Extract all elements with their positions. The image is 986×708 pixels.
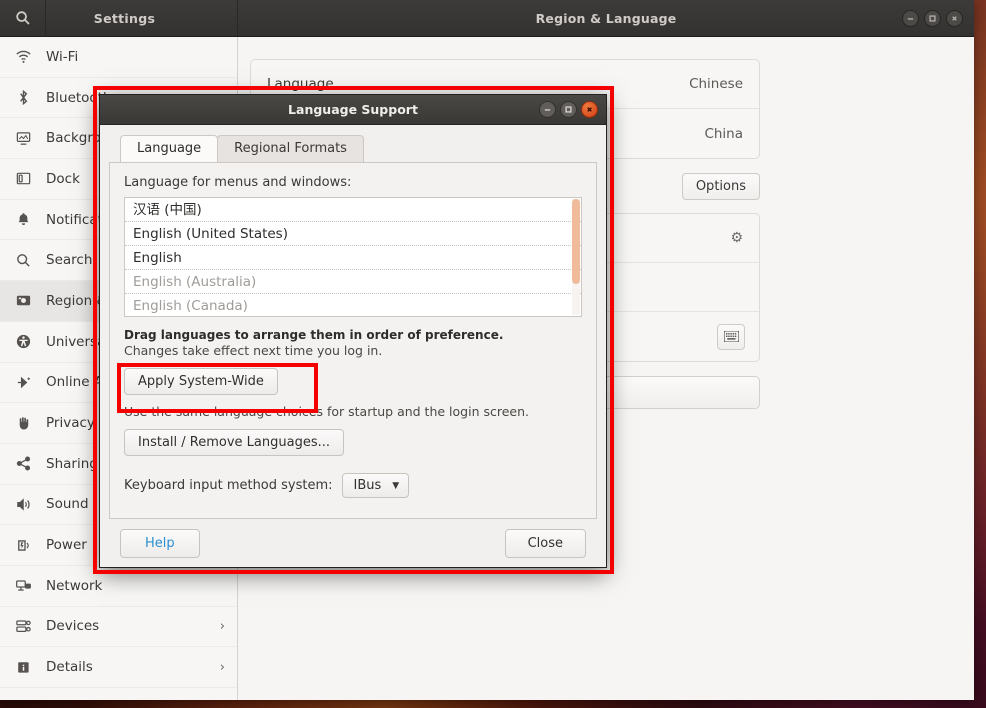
maximize-icon[interactable] (924, 9, 941, 27)
close-icon[interactable] (946, 9, 963, 27)
sharing-icon (14, 454, 33, 473)
chevron-down-icon: ▼ (392, 480, 400, 491)
language-support-dialog: Language Support Language Regional Forma… (99, 94, 607, 568)
dialog-tabs: Language Regional Formats (109, 135, 597, 162)
sidebar-item-label: Details (46, 659, 93, 676)
search-icon (14, 251, 33, 270)
privacy-hand-icon (14, 414, 33, 433)
wifi-icon (14, 47, 33, 66)
tab-regional-formats[interactable]: Regional Formats (217, 135, 364, 162)
list-item[interactable]: English (Canada) (125, 294, 581, 316)
dialog-footer: Help Close (109, 519, 597, 567)
minimize-icon[interactable] (902, 9, 919, 27)
keyboard-input-method-label: Keyboard input method system: (124, 478, 333, 493)
network-icon (14, 576, 33, 595)
list-item[interactable]: English (125, 246, 581, 270)
settings-titlebar: Settings Region & Language (0, 0, 974, 37)
minimize-icon[interactable] (539, 101, 556, 118)
list-item[interactable]: English (Australia) (125, 270, 581, 294)
apply-system-wide-button[interactable]: Apply System-Wide (124, 368, 278, 395)
sound-icon (14, 495, 33, 514)
region-icon (14, 291, 33, 310)
search-icon[interactable] (0, 0, 46, 37)
install-area: Install / Remove Languages... (124, 429, 582, 456)
gear-icon[interactable]: ⚙ (730, 230, 743, 246)
language-list[interactable]: 汉语 (中国) English (United States) English … (124, 197, 582, 317)
maximize-icon[interactable] (560, 101, 577, 118)
keyboard-input-method-row: Keyboard input method system: IBus ▼ (124, 473, 582, 498)
language-list-label: Language for menus and windows: (124, 175, 352, 190)
settings-title: Settings (93, 10, 156, 26)
install-remove-languages-button[interactable]: Install / Remove Languages... (124, 429, 344, 456)
dialog-titlebar: Language Support (100, 95, 606, 125)
page-title: Region & Language (535, 10, 677, 26)
dialog-window-controls (539, 101, 606, 118)
close-button[interactable]: Close (504, 528, 586, 558)
keyboard-input-method-select[interactable]: IBus ▼ (341, 473, 410, 498)
options-button[interactable]: Options (681, 172, 760, 200)
formats-row-value: China (704, 125, 743, 142)
sidebar-item-label: Network (46, 577, 103, 594)
power-icon (14, 536, 33, 555)
list-item[interactable]: English (United States) (125, 222, 581, 246)
close-icon[interactable] (581, 101, 598, 118)
language-list-scrollbar[interactable] (572, 199, 580, 315)
chevron-right-icon: › (219, 618, 225, 634)
keyboard-icon[interactable] (717, 323, 745, 350)
dock-icon (14, 169, 33, 188)
sidebar-item-details[interactable]: Details › (0, 647, 237, 688)
sidebar-item-devices[interactable]: Devices › (0, 607, 237, 648)
titlebar-left: Settings (0, 0, 238, 37)
dialog-title: Language Support (288, 102, 418, 117)
devices-icon (14, 617, 33, 636)
sidebar-item-wifi[interactable]: Wi-Fi (0, 37, 237, 78)
titlebar-right: Region & Language (238, 0, 974, 36)
bluetooth-icon (14, 88, 33, 107)
screen: Settings Region & Language Wi-Fi Bluetoo… (0, 0, 986, 708)
drag-hint-bold: Drag languages to arrange them in order … (124, 328, 504, 342)
bell-icon (14, 210, 33, 229)
chevron-right-icon: › (219, 659, 225, 675)
details-icon (14, 658, 33, 677)
window-controls (902, 9, 974, 27)
online-accounts-icon (14, 373, 33, 392)
apply-area: Apply System-Wide (124, 368, 582, 395)
dialog-body: Language Regional Formats Language for m… (100, 125, 606, 567)
tab-language[interactable]: Language (120, 135, 219, 162)
help-button[interactable]: Help (120, 528, 200, 558)
sidebar-item-network[interactable]: Network (0, 566, 237, 607)
apply-note: Use the same language choices for startu… (124, 404, 529, 419)
language-row-label: Language (267, 76, 334, 92)
keyboard-input-method-value: IBus (353, 478, 382, 493)
drag-hint-normal: Changes take effect next time you log in… (124, 343, 383, 358)
sidebar-item-label: Wi-Fi (46, 48, 79, 65)
language-row-value: Chinese (689, 76, 743, 92)
background-icon (14, 129, 33, 148)
scrollbar-thumb[interactable] (572, 199, 580, 284)
accessibility-icon (14, 332, 33, 351)
list-item[interactable]: 汉语 (中国) (125, 198, 581, 222)
language-tab-panel: Language for menus and windows: 汉语 (中国) … (109, 162, 597, 519)
sidebar-item-label: Devices (46, 618, 100, 635)
